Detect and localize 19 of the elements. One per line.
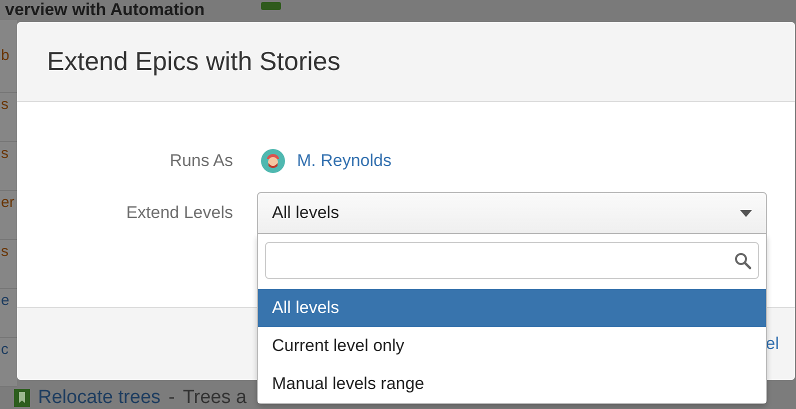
search-icon	[734, 252, 752, 270]
dropdown-option[interactable]: Current level only	[258, 327, 766, 365]
levels-select[interactable]: All levels	[257, 192, 767, 234]
dropdown-option[interactable]: Manual levels range	[258, 365, 766, 403]
bookmark-icon	[14, 389, 30, 407]
user-link[interactable]: M. Reynolds	[297, 151, 392, 171]
field-label: Runs As	[168, 151, 233, 171]
search-field[interactable]	[265, 242, 759, 279]
page-heading: verview with Automation	[5, 0, 205, 20]
field-label: Extend Levels	[125, 203, 233, 223]
item-description: Trees a	[182, 387, 247, 409]
separator-text: -	[168, 387, 175, 409]
dialog-title: Extend Epics with Stories	[47, 46, 340, 77]
cancel-link[interactable]: el	[766, 334, 779, 354]
status-tag	[260, 2, 281, 10]
dropdown-option[interactable]: All levels	[258, 289, 766, 327]
caret-icon	[740, 210, 752, 216]
item-link[interactable]: Relocate trees	[38, 387, 161, 409]
avatar-icon	[261, 149, 285, 173]
